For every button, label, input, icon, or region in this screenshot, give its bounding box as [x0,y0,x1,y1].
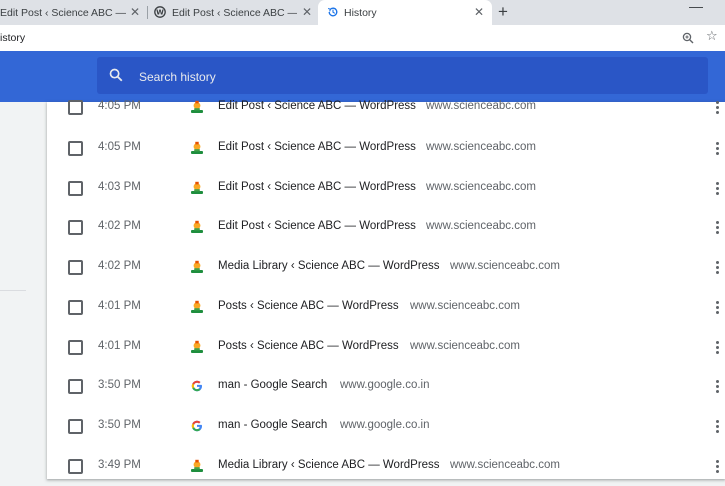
more-actions-icon[interactable] [716,221,719,236]
more-actions-icon[interactable] [716,341,719,356]
google-favicon [190,419,204,433]
more-actions-icon[interactable] [716,182,719,197]
minimize-button[interactable]: — [689,0,703,14]
row-checkbox[interactable] [68,260,83,275]
row-checkbox[interactable] [68,100,83,115]
page-title-link[interactable]: Media Library ‹ Science ABC — WordPress [218,459,440,471]
row-checkbox[interactable] [68,300,83,315]
sidebar-divider [0,290,26,291]
history-icon [327,6,339,21]
page-title-link[interactable]: Edit Post ‹ Science ABC — WordPress [218,100,416,112]
page-domain[interactable]: www.scienceabc.com [450,459,560,471]
address-bar: istory ☆ [0,25,725,51]
tab-title: History [344,6,377,19]
page-domain[interactable]: www.scienceabc.com [450,260,560,272]
page-domain[interactable]: www.scienceabc.com [426,220,536,232]
more-actions-icon[interactable] [716,142,719,157]
page-title-link[interactable]: man - Google Search [218,379,327,391]
page-title-link[interactable]: man - Google Search [218,419,327,431]
row-checkbox[interactable] [68,181,83,196]
page-domain[interactable]: www.scienceabc.com [410,340,520,352]
row-checkbox[interactable] [68,379,83,394]
visit-time: 4:02 PM [98,260,141,272]
tab-title: Edit Post ‹ Science ABC — WordPress [172,6,297,19]
wordpress-icon: W [154,6,166,21]
more-actions-icon[interactable] [716,420,719,435]
more-actions-icon[interactable] [716,261,719,276]
visit-time: 4:01 PM [98,340,141,352]
visit-time: 4:05 PM [98,141,141,153]
tab-divider [147,6,148,19]
page-title-link[interactable]: Edit Post ‹ Science ABC — WordPress [218,220,416,232]
scienceabc-favicon [190,340,204,354]
tab-title: Edit Post ‹ Science ABC — WordPress [0,6,126,19]
tab-edit-post-1[interactable]: Edit Post ‹ Science ABC — WordPress ✕ [0,0,143,25]
history-row[interactable]: 3:50 PM man - Google Search www.google.co.… [47,367,725,406]
visit-time: 3:50 PM [98,419,141,431]
page-title-link[interactable]: Edit Post ‹ Science ABC — WordPress [218,181,416,193]
history-row[interactable]: 4:01 PM Posts ‹ Science ABC — WordPress ww… [47,288,725,327]
visit-time: 4:05 PM [98,100,141,112]
history-row[interactable]: 4:02 PM Edit Post ‹ Science ABC — WordPre… [47,208,725,247]
page-title-link[interactable]: Media Library ‹ Science ABC — WordPress [218,260,440,272]
scienceabc-favicon [190,260,204,274]
close-tab-icon[interactable]: ✕ [302,5,312,19]
row-checkbox[interactable] [68,340,83,355]
visit-time: 4:01 PM [98,300,141,312]
more-actions-icon[interactable] [716,101,719,116]
page-domain[interactable]: www.scienceabc.com [426,181,536,193]
url-text[interactable]: istory [0,32,25,44]
visit-time: 3:49 PM [98,459,141,471]
history-row[interactable]: 3:50 PM man - Google Search www.google.co.… [47,407,725,446]
new-tab-button[interactable]: + [498,2,508,22]
visit-time: 3:50 PM [98,379,141,391]
scienceabc-favicon [190,100,204,114]
history-list: 4:05 PM Edit Post ‹ Science ABC — WordPre… [47,100,725,479]
page-title-link[interactable]: Posts ‹ Science ABC — WordPress [218,300,399,312]
more-actions-icon[interactable] [716,380,719,395]
search-input[interactable] [137,67,681,87]
row-checkbox[interactable] [68,220,83,235]
tab-edit-post-2[interactable]: W Edit Post ‹ Science ABC — WordPress ✕ [151,0,316,25]
page-domain[interactable]: www.google.co.in [340,419,430,431]
row-checkbox[interactable] [68,141,83,156]
page-title-link[interactable]: Posts ‹ Science ABC — WordPress [218,340,399,352]
sidebar [0,102,46,479]
page-domain[interactable]: www.google.co.in [340,379,430,391]
search-icon[interactable] [109,68,123,87]
row-checkbox[interactable] [68,459,83,474]
zoom-icon[interactable] [682,31,694,49]
tab-strip: Edit Post ‹ Science ABC — WordPress ✕ W … [0,0,725,25]
scienceabc-favicon [190,459,204,473]
page-domain[interactable]: www.scienceabc.com [426,100,536,112]
history-row[interactable]: 4:05 PM Edit Post ‹ Science ABC — WordPre… [47,129,725,168]
scienceabc-favicon [190,220,204,234]
google-favicon [190,379,204,393]
visit-time: 4:02 PM [98,220,141,232]
close-tab-icon[interactable]: ✕ [474,5,484,19]
history-row[interactable]: 4:02 PM Media Library ‹ Science ABC — Wor… [47,248,725,287]
close-tab-icon[interactable]: ✕ [130,5,140,19]
more-actions-icon[interactable] [716,460,719,475]
scienceabc-favicon [190,300,204,314]
history-row[interactable]: 3:49 PM Media Library ‹ Science ABC — Wor… [47,447,725,486]
page-domain[interactable]: www.scienceabc.com [426,141,536,153]
visit-time: 4:03 PM [98,181,141,193]
star-icon[interactable]: ☆ [706,28,718,44]
history-row[interactable]: 4:01 PM Posts ‹ Science ABC — WordPress ww… [47,328,725,367]
tab-history[interactable]: History ✕ [318,0,492,25]
history-row[interactable]: 4:03 PM Edit Post ‹ Science ABC — WordPre… [47,169,725,208]
scienceabc-favicon [190,181,204,195]
page-domain[interactable]: www.scienceabc.com [410,300,520,312]
page-title-link[interactable]: Edit Post ‹ Science ABC — WordPress [218,141,416,153]
history-row[interactable]: 4:05 PM Edit Post ‹ Science ABC — WordPre… [47,88,725,127]
scienceabc-favicon [190,141,204,155]
svg-text:W: W [156,9,164,17]
row-checkbox[interactable] [68,419,83,434]
more-actions-icon[interactable] [716,301,719,316]
